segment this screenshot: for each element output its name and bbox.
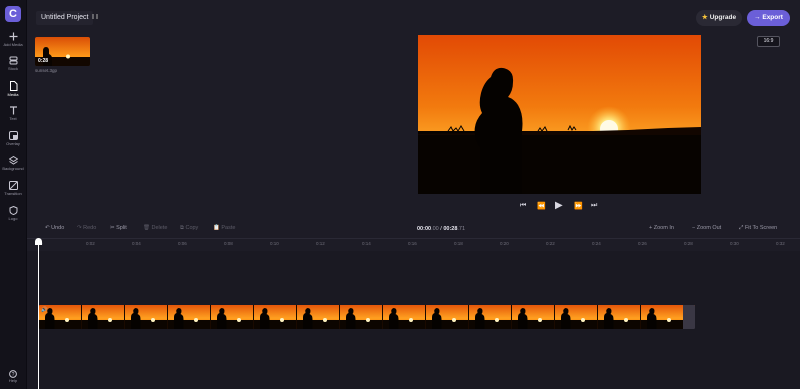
stack-icon <box>9 56 17 65</box>
text-icon <box>9 106 17 115</box>
help-icon: ? <box>9 370 17 378</box>
project-title-field[interactable]: Untitled Project <box>36 11 94 25</box>
ruler-tick: 0:12 <box>316 241 325 246</box>
ruler-tick: 0:22 <box>546 241 555 246</box>
media-duration: 0:28 <box>38 58 49 64</box>
ruler-tick: 0:18 <box>454 241 463 246</box>
playback-controls: ⏮ ⏪ ▶ ⏩ ⏭ <box>520 200 602 214</box>
sidebar-item-stock[interactable]: Stock <box>0 56 26 71</box>
ruler-tick: 0:24 <box>592 241 601 246</box>
video-clip[interactable] <box>39 305 695 329</box>
ruler-tick: 0:08 <box>224 241 233 246</box>
ruler-tick: 0:28 <box>684 241 693 246</box>
video-preview[interactable] <box>418 35 701 194</box>
export-label: Export <box>762 14 783 21</box>
sidebar-item-background[interactable]: Background <box>0 156 26 171</box>
ruler-tick: 0:06 <box>178 241 187 246</box>
undo-button[interactable]: ↶ Undo <box>45 225 64 231</box>
paste-label: Paste <box>221 225 236 231</box>
rewind-icon[interactable]: ⏪ <box>537 202 546 210</box>
redo-label: Redo <box>83 225 97 231</box>
zoom-in-label: Zoom In <box>653 225 674 231</box>
total-time-fraction: .71 <box>457 226 466 232</box>
timeline-toolbar: ↶ Undo ↷ Redo ✂ Split 🗑 Delete ⧉ Copy 📋 … <box>27 222 800 239</box>
timeline-ruler[interactable]: 0 0:02 0:04 0:06 0:08 0:10 0:12 0:14 0:1… <box>27 239 800 251</box>
sidebar-item-label: Background <box>2 166 24 171</box>
sidebar-item-add-media[interactable]: Add Media <box>0 32 26 47</box>
export-button[interactable]: → Export <box>747 10 790 26</box>
layers-icon <box>8 156 18 165</box>
clip-filmstrip <box>39 305 695 329</box>
upgrade-button[interactable]: ★ Upgrade <box>696 10 742 26</box>
fit-label: Fit To Screen <box>744 225 778 231</box>
redo-button[interactable]: ↷ Redo <box>77 225 96 231</box>
plus-icon <box>9 32 17 41</box>
sidebar-item-logo[interactable]: Logo <box>0 206 26 221</box>
speaker-icon[interactable]: 🔊 <box>41 307 47 313</box>
transition-icon <box>8 181 18 190</box>
sidebar-item-label: Overlay <box>6 141 20 146</box>
sidebar-item-label: Add Media <box>3 42 23 47</box>
sidebar-item-label: Logo <box>8 216 18 221</box>
sidebar-item-label: Media <box>7 92 19 97</box>
fast-forward-icon[interactable]: ⏩ <box>574 202 583 210</box>
total-time: 00:28 <box>443 226 458 232</box>
star-icon: ★ <box>701 14 708 21</box>
app-logo[interactable]: C <box>5 6 21 22</box>
delete-button[interactable]: 🗑 Delete <box>143 225 167 231</box>
play-icon[interactable]: ▶ <box>555 200 563 211</box>
time-separator: / <box>440 226 442 232</box>
sidebar-item-label: Transition <box>4 191 22 196</box>
ruler-tick: 0:04 <box>132 241 141 246</box>
sidebar-item-label: Stock <box>7 66 18 71</box>
overlay-icon <box>8 131 18 140</box>
current-time: 00:00 <box>417 226 432 232</box>
sidebar-item-media[interactable]: Media <box>0 81 26 97</box>
ruler-tick: 0:32 <box>776 241 785 246</box>
sidebar-item-text[interactable]: Text <box>0 106 26 121</box>
sunset-preview-frame <box>418 35 701 194</box>
aspect-ratio-button[interactable]: 16:9 <box>757 36 780 47</box>
ruler-tick: 0:14 <box>362 241 371 246</box>
shield-icon <box>9 206 17 215</box>
file-icon <box>9 81 17 91</box>
ruler-tick: 0:02 <box>86 241 95 246</box>
ruler-tick: 0:30 <box>730 241 739 246</box>
zoom-out-label: Zoom Out <box>696 225 722 231</box>
playhead-line <box>38 240 39 389</box>
copy-button[interactable]: ⧉ Copy <box>180 225 198 232</box>
ruler-tick: 0:20 <box>500 241 509 246</box>
undo-label: Undo <box>51 225 65 231</box>
timecode-display: 00:00.00 / 00:28.71 <box>417 226 465 232</box>
split-label: Split <box>116 225 127 231</box>
current-time-fraction: .00 <box>431 226 439 232</box>
zoom-out-button[interactable]: − Zoom Out <box>692 225 721 231</box>
trash-icon: 🗑 <box>143 225 152 231</box>
sidebar-item-overlay[interactable]: Overlay <box>0 131 26 146</box>
ruler-tick: 0:16 <box>408 241 417 246</box>
split-button[interactable]: ✂ Split <box>110 225 127 231</box>
ruler-tick: 0:26 <box>638 241 647 246</box>
upgrade-label: Upgrade <box>709 14 737 21</box>
fit-to-screen-button[interactable]: ⤢ Fit To Screen <box>739 225 777 232</box>
media-file-name: sunset.3gp <box>35 68 58 73</box>
sidebar-item-label: Text <box>9 116 17 121</box>
copy-label: Copy <box>185 225 199 231</box>
left-sidebar: C Add Media Stock Media Text Overlay Bac… <box>0 0 27 389</box>
zoom-in-button[interactable]: + Zoom In <box>649 225 674 231</box>
help-button[interactable]: ? Help <box>0 370 26 383</box>
help-label: Help <box>8 378 18 383</box>
paste-button[interactable]: 📋 Paste <box>213 225 235 231</box>
sidebar-item-transition[interactable]: Transition <box>0 181 26 196</box>
skip-start-icon[interactable]: ⏮ <box>520 202 526 210</box>
history-icon[interactable] <box>92 13 98 22</box>
media-thumbnail[interactable]: 0:28 <box>35 37 90 66</box>
delete-label: Delete <box>151 225 168 231</box>
ruler-tick: 0:10 <box>270 241 279 246</box>
skip-end-icon[interactable]: ⏭ <box>591 202 597 210</box>
